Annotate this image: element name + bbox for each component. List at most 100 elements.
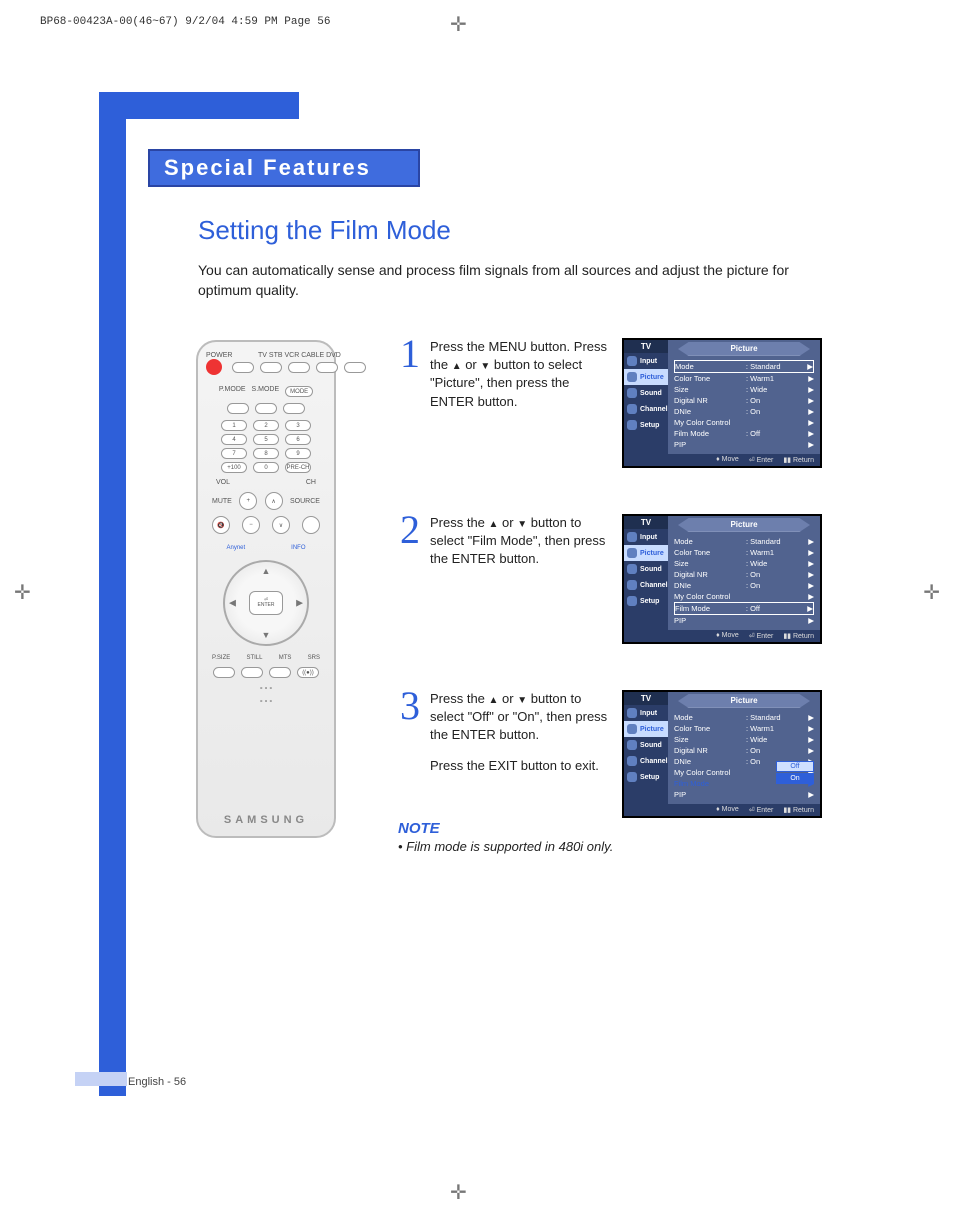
osd-screenshot: TVInputPictureSoundChannelSetupPictureMo… — [622, 514, 822, 644]
remote-source-button — [302, 516, 320, 534]
step-extra-text: Press the EXIT button to exit. — [430, 757, 612, 775]
osd-setting-row: Color Tone: Warm1▶ — [674, 373, 814, 384]
osd-setting-key: Color Tone — [674, 724, 746, 733]
remote-device-button — [232, 362, 254, 373]
remote-anynet-label: Anynet — [226, 545, 245, 551]
triangle-right-icon: ▶ — [806, 713, 814, 722]
step-number: 2 — [394, 514, 420, 644]
osd-side-menu-item: Channel — [624, 753, 668, 769]
osd-side-menu-item: Setup — [624, 417, 668, 433]
osd-setting-value: : Warm1 — [746, 548, 806, 557]
osd-setting-row: Mode: Standard▶ — [674, 360, 814, 373]
osd-footer-hint: ⏎ Enter — [749, 632, 774, 640]
osd-footer-hint: ⏎ Enter — [749, 806, 774, 814]
instruction-step: 3Press the ▲ or ▼ button to select "Off"… — [394, 690, 832, 818]
osd-setting-key: Digital NR — [674, 746, 746, 755]
osd-menu-icon — [627, 580, 637, 590]
osd-setting-row: Color Tone: Warm1▶ — [674, 547, 814, 558]
osd-setting-key: My Color Control — [674, 418, 746, 427]
remote-num-button: 2 — [253, 420, 279, 431]
osd-menu-icon — [627, 708, 637, 718]
triangle-right-icon: ▶ — [806, 440, 814, 449]
remote-device-button — [288, 362, 310, 373]
osd-side-menu-item: Sound — [624, 385, 668, 401]
osd-setting-value: : Standard — [746, 362, 805, 371]
osd-setting-row: Film Mode: Off▶ — [674, 602, 814, 615]
remote-ch-down-button: ∨ — [272, 516, 290, 534]
remote-power-label: POWER — [206, 352, 232, 359]
triangle-right-icon: ▶ — [806, 570, 814, 579]
osd-side-menu-label: Channel — [640, 758, 668, 765]
steps-container: 1Press the MENU button. Press the ▲ or ▼… — [394, 338, 832, 864]
osd-side-menu-label: Input — [640, 358, 657, 365]
osd-setting-key: DNIe — [674, 581, 746, 590]
osd-setting-value: : Off — [746, 429, 806, 438]
osd-setting-row: Size: Wide▶ — [674, 734, 814, 745]
remote-numpad: 123456789+1000PRE-CH — [221, 417, 311, 476]
remote-num-button: +100 — [221, 462, 247, 473]
osd-menu-icon — [627, 724, 637, 734]
osd-menu-icon — [627, 532, 637, 542]
osd-side-menu-label: Sound — [640, 390, 662, 397]
remote-psize-label: P.SIZE — [212, 655, 230, 661]
registration-mark-left: ✛ — [14, 580, 31, 605]
osd-menu-icon — [627, 372, 637, 382]
osd-setting-key: My Color Control — [674, 768, 746, 777]
osd-body-title: Picture — [678, 694, 810, 708]
osd-setting-value: : Off — [746, 604, 805, 613]
remote-device-button — [260, 362, 282, 373]
osd-setting-row: PIP▶ — [674, 615, 814, 626]
remote-button — [255, 403, 277, 414]
osd-setting-row: PIP▶ — [674, 789, 814, 800]
osd-body-title: Picture — [678, 518, 810, 532]
osd-screenshot: TVInputPictureSoundChannelSetupPictureMo… — [622, 690, 822, 818]
osd-setting-row: My Color Control▶ — [674, 417, 814, 428]
remote-control-illustration: POWER TV STB VCR CABLE DVD P.MODE S.MODE… — [196, 340, 336, 838]
osd-setting-key: Film Mode — [674, 779, 746, 788]
remote-button — [213, 667, 235, 678]
remote-still-label: STILL — [246, 655, 262, 661]
osd-setting-row: DNIe: On▶ — [674, 406, 814, 417]
up-arrow-icon: ▲ — [262, 566, 271, 576]
osd-footer-hint: ▮▮ Return — [783, 456, 814, 464]
triangle-right-icon: ▶ — [805, 362, 813, 371]
remote-button — [269, 667, 291, 678]
triangle-right-icon: ▶ — [806, 537, 814, 546]
osd-footer-hint: ♦ Move — [716, 632, 739, 640]
osd-side-menu-label: Sound — [640, 566, 662, 573]
osd-menu-icon — [627, 756, 637, 766]
osd-setting-row: Digital NR: On▶ — [674, 745, 814, 756]
step-number: 3 — [394, 690, 420, 818]
osd-tv-label: TV — [624, 340, 668, 353]
osd-footer: ♦ Move⏎ Enter▮▮ Return — [624, 454, 820, 466]
remote-brand: SAMSUNG — [224, 814, 308, 826]
osd-menu-icon — [627, 596, 637, 606]
osd-setting-value: : Wide — [746, 385, 806, 394]
footer-bar — [75, 1072, 127, 1086]
osd-side-menu-item: Input — [624, 529, 668, 545]
osd-setting-value: : On — [746, 581, 806, 590]
osd-side-menu-item: Setup — [624, 769, 668, 785]
osd-setting-value: : Warm1 — [746, 724, 806, 733]
triangle-right-icon: ▶ — [806, 616, 814, 625]
osd-side-menu-label: Channel — [640, 406, 668, 413]
up-triangle-icon: ▲ — [452, 361, 462, 372]
triangle-right-icon: ▶ — [806, 429, 814, 438]
down-triangle-icon: ▼ — [480, 361, 490, 372]
osd-setting-value: : On — [746, 396, 806, 405]
osd-side-menu-label: Sound — [640, 742, 662, 749]
registration-mark-bottom: ✛ — [450, 1180, 467, 1205]
osd-setting-row: Size: Wide▶ — [674, 384, 814, 395]
osd-setting-key: Color Tone — [674, 548, 746, 557]
osd-setting-value: : Standard — [746, 537, 806, 546]
osd-side-menu-label: Setup — [640, 774, 659, 781]
step-number: 1 — [394, 338, 420, 468]
step-text: Press the MENU button. Press the ▲ or ▼ … — [430, 338, 612, 468]
down-arrow-icon: ▼ — [262, 630, 271, 640]
osd-setting-key: Size — [674, 735, 746, 744]
remote-num-button: 9 — [285, 448, 311, 459]
registration-mark-top: ✛ — [450, 12, 467, 37]
osd-side-menu-item: Picture — [624, 545, 668, 561]
osd-setting-key: Mode — [674, 537, 746, 546]
osd-setting-value: : Wide — [746, 735, 806, 744]
